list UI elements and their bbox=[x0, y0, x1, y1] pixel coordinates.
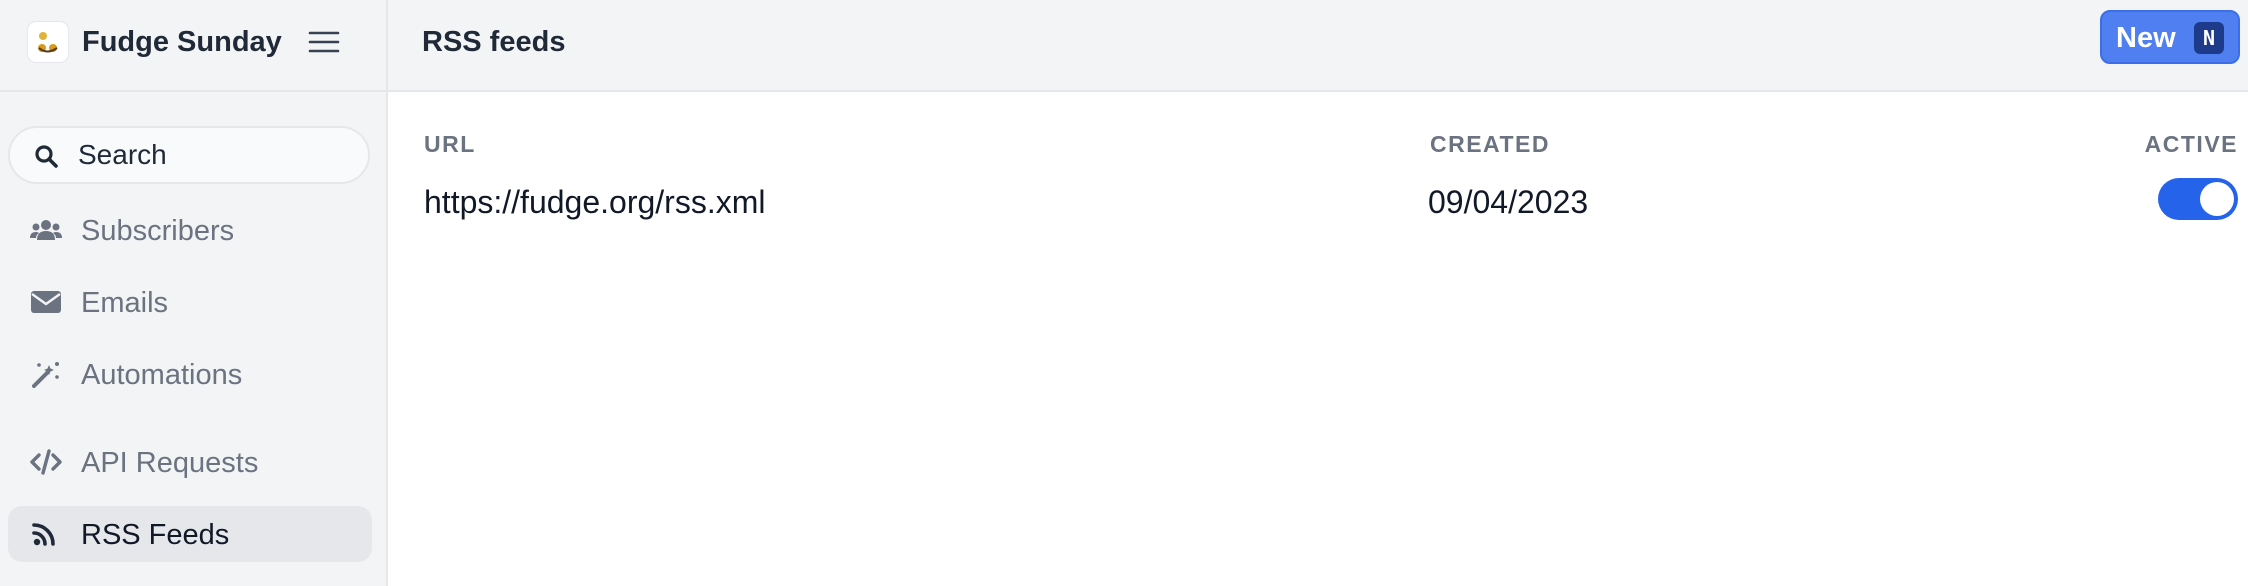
sidebar-item-automations[interactable]: Automations bbox=[8, 346, 372, 402]
sidebar-item-label: Subscribers bbox=[81, 215, 235, 247]
app-logo-icon bbox=[28, 22, 68, 62]
envelope-icon bbox=[30, 288, 62, 316]
search-icon bbox=[34, 144, 58, 168]
column-header-url: URL bbox=[424, 131, 476, 157]
sidebar: Fudge Sunday Subscribers bbox=[0, 0, 388, 586]
sidebar-item-label: Automations bbox=[81, 359, 243, 391]
feed-created-date: 09/04/2023 bbox=[1428, 184, 1589, 220]
sidebar-item-label: API Requests bbox=[81, 447, 259, 479]
new-button-label: New bbox=[2116, 22, 2176, 54]
search-input[interactable] bbox=[78, 136, 348, 174]
sidebar-item-label: Emails bbox=[81, 287, 169, 319]
app-name: Fudge Sunday bbox=[82, 26, 282, 58]
sidebar-item-rss-feeds[interactable]: RSS Feeds bbox=[8, 506, 372, 562]
sidebar-item-api-requests[interactable]: API Requests bbox=[8, 434, 372, 490]
active-toggle[interactable] bbox=[2158, 178, 2238, 220]
feed-url[interactable]: https://fudge.org/rss.xml bbox=[424, 182, 765, 222]
toggle-knob bbox=[2200, 182, 2234, 216]
rss-icon bbox=[30, 520, 62, 548]
new-feed-button[interactable]: New N bbox=[2100, 10, 2240, 64]
magic-wand-icon bbox=[30, 360, 62, 388]
search-field[interactable] bbox=[8, 126, 370, 184]
keyboard-shortcut-badge: N bbox=[2194, 22, 2224, 54]
brand-header: Fudge Sunday bbox=[0, 0, 388, 92]
column-header-active: ACTIVE bbox=[2144, 131, 2238, 157]
page-title: RSS feeds bbox=[422, 26, 566, 58]
hamburger-menu-icon[interactable] bbox=[306, 24, 342, 60]
column-header-created: CREATED bbox=[1430, 131, 1550, 157]
code-icon bbox=[30, 448, 62, 476]
users-icon bbox=[30, 216, 62, 244]
sidebar-item-emails[interactable]: Emails bbox=[8, 274, 372, 330]
page-header: RSS feeds New N bbox=[388, 0, 2248, 92]
sidebar-item-label: RSS Feeds bbox=[81, 519, 230, 551]
sidebar-item-subscribers[interactable]: Subscribers bbox=[8, 202, 372, 258]
